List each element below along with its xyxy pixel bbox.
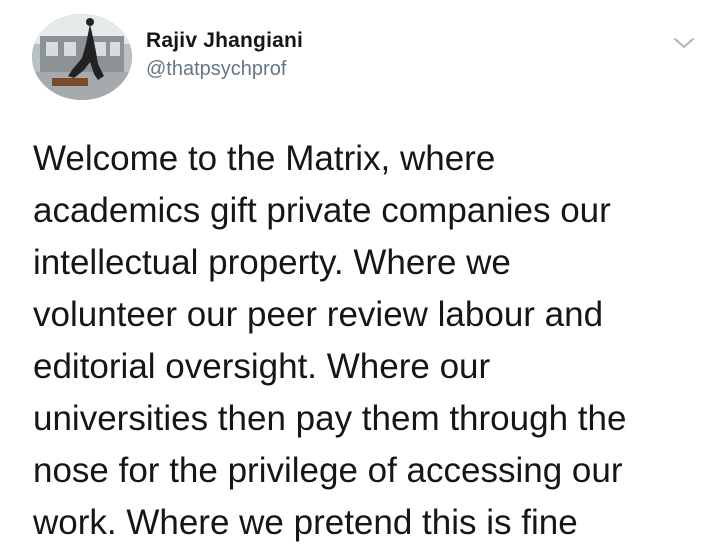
author-info: Rajiv Jhangiani @thatpsychprof [146, 28, 303, 82]
avatar[interactable] [32, 14, 132, 100]
profile-photo-icon [32, 14, 132, 100]
author-display-name[interactable]: Rajiv Jhangiani [146, 28, 303, 54]
chevron-down-icon[interactable] [672, 34, 696, 52]
tweet-header: Rajiv Jhangiani @thatpsychprof [32, 14, 702, 104]
author-handle[interactable]: @thatpsychprof [146, 56, 303, 82]
tweet-text: Welcome to the Matrix, where academics g… [33, 139, 627, 542]
tweet: Rajiv Jhangiani @thatpsychprof Welcome t… [0, 0, 725, 554]
